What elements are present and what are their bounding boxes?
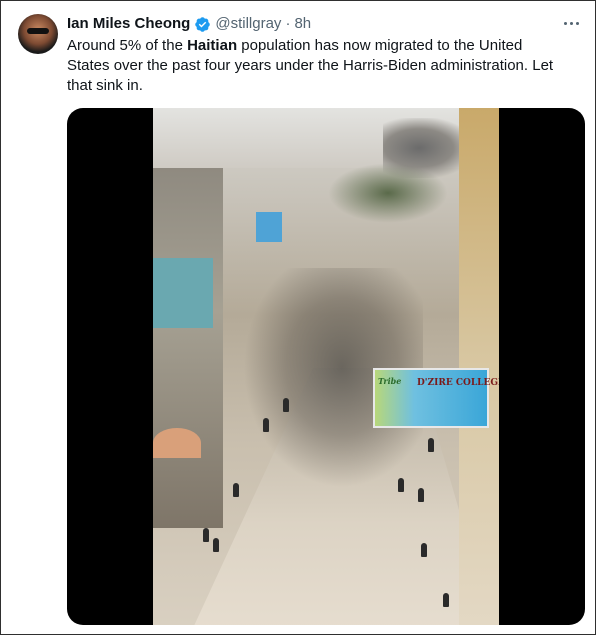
tweet-text-bold: Haitian <box>187 37 238 54</box>
more-dots-icon[interactable] <box>561 15 581 31</box>
runner <box>283 398 289 412</box>
author-name[interactable]: Ian Miles Cheong <box>67 14 190 34</box>
runner <box>443 593 449 607</box>
avatar-glasses <box>27 28 49 34</box>
runner <box>421 543 427 557</box>
blue-sign <box>256 212 282 242</box>
video-player[interactable]: Tribe D'ZIRE COLLEGE <box>67 108 585 625</box>
runner <box>213 538 219 552</box>
left-shop <box>153 258 213 328</box>
author-handle[interactable]: @stillgray <box>215 14 281 34</box>
verified-badge-icon <box>195 16 211 32</box>
sign-logo: Tribe <box>378 376 402 386</box>
runner <box>428 438 434 452</box>
dot <box>575 21 579 25</box>
runner <box>398 478 404 492</box>
sign-text: D'ZIRE COLLEGE <box>417 378 499 388</box>
timestamp[interactable]: 8h <box>294 14 311 34</box>
runner <box>263 418 269 432</box>
tweet-card: Ian Miles Cheong @stillgray · 8h Around … <box>0 0 596 635</box>
runner <box>203 528 209 542</box>
tweet-text: Around 5% of the Haitian population has … <box>67 36 567 96</box>
umbrella <box>153 428 201 458</box>
storefront-sign: Tribe D'ZIRE COLLEGE <box>373 368 499 428</box>
right-buildings <box>459 108 499 625</box>
runner <box>233 483 239 497</box>
tweet-header: Ian Miles Cheong @stillgray · 8h <box>67 14 311 34</box>
runner <box>418 488 424 502</box>
tweet-text-part: Around 5% of the <box>67 37 188 54</box>
left-buildings <box>153 168 223 528</box>
separator-dot: · <box>285 15 291 32</box>
dot <box>569 21 573 25</box>
avatar[interactable] <box>18 14 58 54</box>
trees <box>328 163 448 223</box>
video-frame: Tribe D'ZIRE COLLEGE <box>153 108 499 625</box>
dot <box>563 21 567 25</box>
